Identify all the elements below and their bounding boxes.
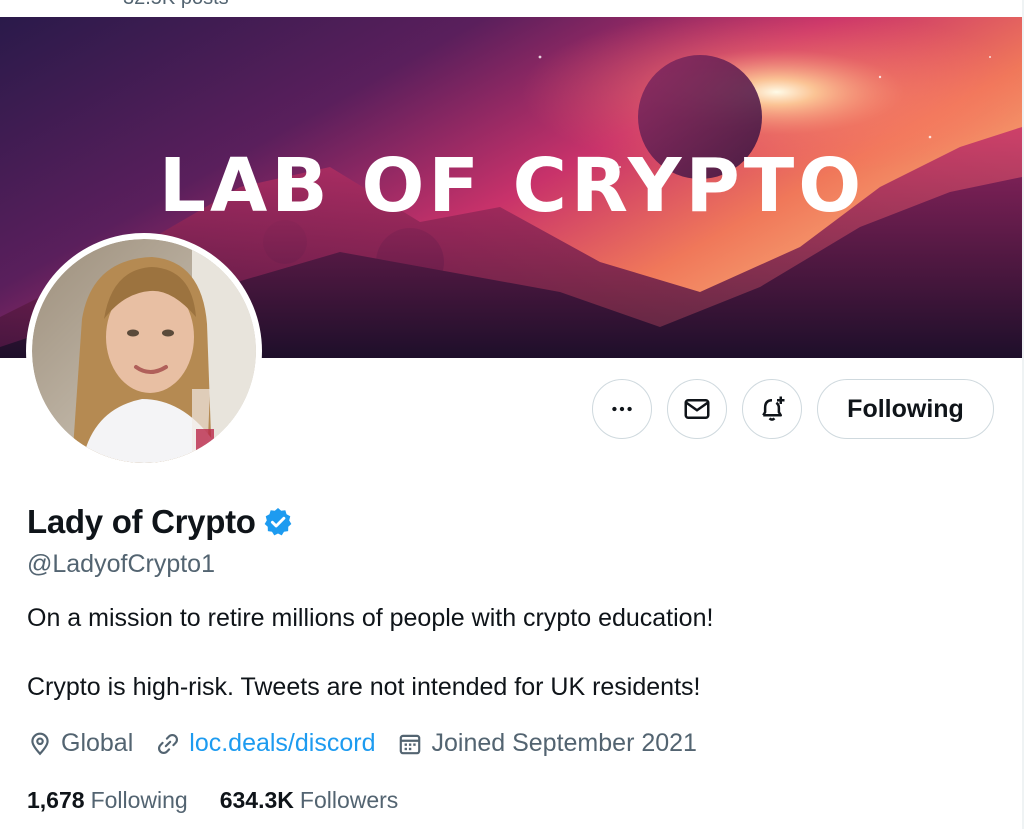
name-row: Lady of Crypto — [27, 503, 294, 541]
bell-plus-icon — [757, 394, 787, 424]
joined-text: Joined September 2021 — [431, 729, 697, 757]
profile-handle: @LadyofCrypto1 — [27, 550, 215, 578]
post-count: 32.5K posts — [123, 0, 229, 10]
profile-meta: Global loc.deals/discord Joined Septembe… — [27, 729, 719, 758]
envelope-icon — [682, 394, 712, 424]
message-button[interactable] — [667, 379, 727, 439]
followers-label: Followers — [299, 787, 399, 813]
website-item: loc.deals/discord — [155, 729, 375, 758]
following-label: Following — [90, 787, 188, 813]
profile-stats: 1,678 Following 634.3K Followers — [27, 787, 430, 814]
notifications-button[interactable] — [742, 379, 802, 439]
profile-page: 32.5K posts — [0, 0, 1024, 829]
banner-title: LAB OF CRYPTO — [159, 143, 865, 229]
location-text: Global — [61, 729, 134, 757]
following-count: 1,678 — [27, 787, 85, 813]
followers-count: 634.3K — [219, 787, 294, 813]
display-name: Lady of Crypto — [27, 503, 256, 540]
avatar[interactable] — [26, 233, 262, 469]
location-item: Global — [27, 729, 133, 758]
header-post-count-strip: 32.5K posts — [0, 0, 1024, 17]
bio-line-2: Crypto is high-risk. Tweets are not inte… — [27, 673, 701, 701]
more-button[interactable] — [592, 379, 652, 439]
calendar-icon — [397, 731, 423, 757]
location-pin-icon — [27, 731, 53, 757]
bio-line-1: On a mission to retire millions of peopl… — [27, 604, 714, 632]
avatar-photo — [32, 239, 256, 463]
joined-item: Joined September 2021 — [397, 729, 697, 758]
verified-badge-icon[interactable] — [262, 506, 294, 538]
link-icon — [155, 731, 181, 757]
more-horizontal-icon — [609, 396, 635, 422]
website-link[interactable]: loc.deals/discord — [189, 729, 375, 758]
following-stat-link[interactable]: 1,678 Following — [27, 787, 188, 814]
followers-stat-link[interactable]: 634.3K Followers — [220, 787, 399, 814]
following-button[interactable]: Following — [817, 379, 994, 439]
